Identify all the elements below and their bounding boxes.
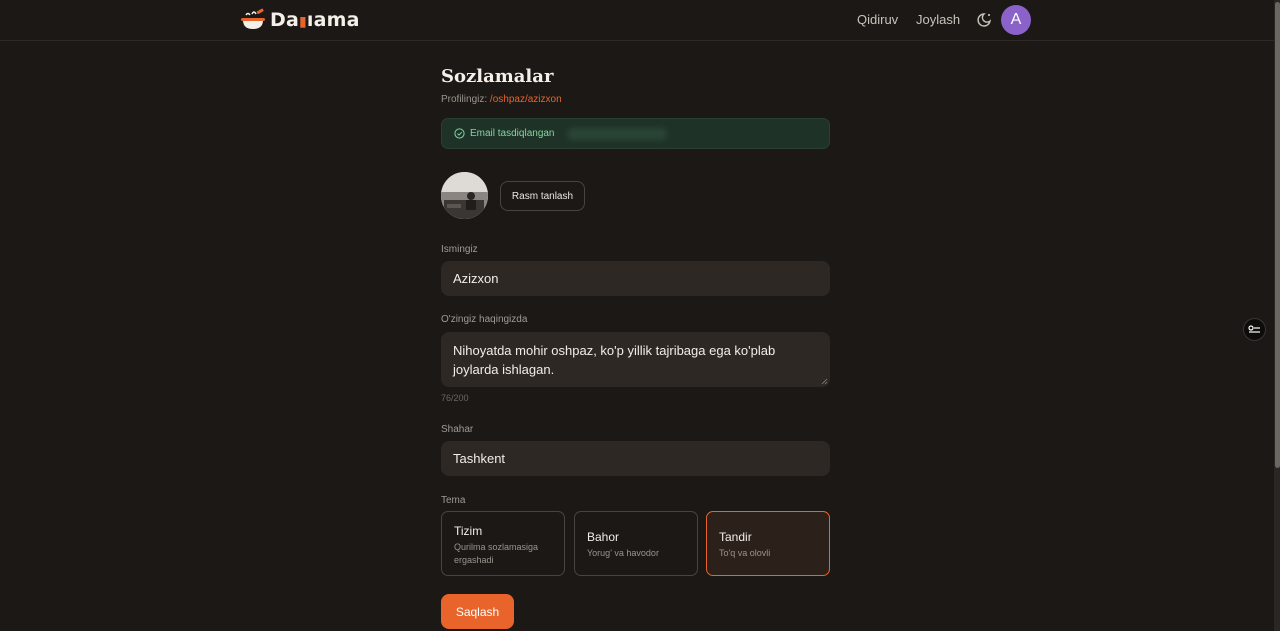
city-field[interactable]: Tashkent	[441, 441, 830, 476]
theme-option-desc: Qurilma sozlamasiga ergashadi	[454, 542, 539, 565]
top-header: Da▮ıama Qidiruv Joylash A	[0, 0, 1274, 41]
theme-option-name: Bahor	[587, 530, 620, 544]
logo[interactable]: Da▮ıama	[240, 7, 360, 33]
user-avatar-button[interactable]: A	[1001, 5, 1031, 35]
city-label: Shahar	[441, 424, 474, 435]
theme-option-name: Tizim	[454, 524, 483, 538]
profile-label: Profilingiz:	[441, 94, 488, 105]
theme-option-name: Tandir	[719, 530, 752, 544]
blurred-email	[567, 128, 667, 140]
name-label: Ismingiz	[441, 244, 478, 255]
floating-tool-button[interactable]	[1243, 318, 1266, 341]
theme-label: Tema	[441, 495, 466, 506]
nav-search-link[interactable]: Qidiruv	[857, 12, 898, 27]
profile-photo	[441, 172, 488, 219]
theme-toggle-icon[interactable]	[975, 11, 993, 29]
toggle-list-icon	[1248, 325, 1260, 333]
choose-photo-button[interactable]: Rasm tanlash	[500, 181, 585, 211]
check-circle-icon	[454, 128, 465, 139]
save-button[interactable]: Saqlash	[441, 594, 514, 629]
bio-char-counter: 76/200	[441, 393, 469, 403]
email-status-text: Email tasdiqlangan	[470, 128, 555, 139]
resize-grip-icon[interactable]	[821, 378, 828, 385]
bio-text: Nihoyatda mohir oshpaz, ko'p yillik tajr…	[453, 343, 776, 377]
nav-post-link[interactable]: Joylash	[916, 12, 960, 27]
name-field[interactable]: Azizxon	[441, 261, 830, 296]
theme-option-desc: Yorug' va havodor	[587, 548, 659, 558]
theme-option-tandir[interactable]: Tandir To'q va olovli	[706, 511, 830, 576]
book-icon: ▮	[299, 14, 307, 30]
profile-line: Profilingiz: /oshpaz/azizxon	[441, 94, 562, 105]
email-verified-banner: Email tasdiqlangan	[441, 118, 830, 149]
bio-textarea[interactable]: Nihoyatda mohir oshpaz, ko'p yillik tajr…	[441, 332, 830, 387]
theme-option-desc: To'q va olovli	[719, 548, 771, 558]
cooking-pot-icon	[241, 8, 265, 29]
theme-option-spring[interactable]: Bahor Yorug' va havodor	[574, 511, 698, 576]
theme-option-system[interactable]: Tizim Qurilma sozlamasiga ergashadi	[441, 511, 565, 576]
logo-text: Da▮ıama	[270, 9, 360, 31]
bio-label: O'zingiz haqingizda	[441, 314, 528, 325]
profile-link[interactable]: /oshpaz/azizxon	[490, 94, 562, 105]
scrollbar-thumb[interactable]	[1275, 2, 1280, 468]
page-title: Sozlamalar	[441, 66, 554, 87]
